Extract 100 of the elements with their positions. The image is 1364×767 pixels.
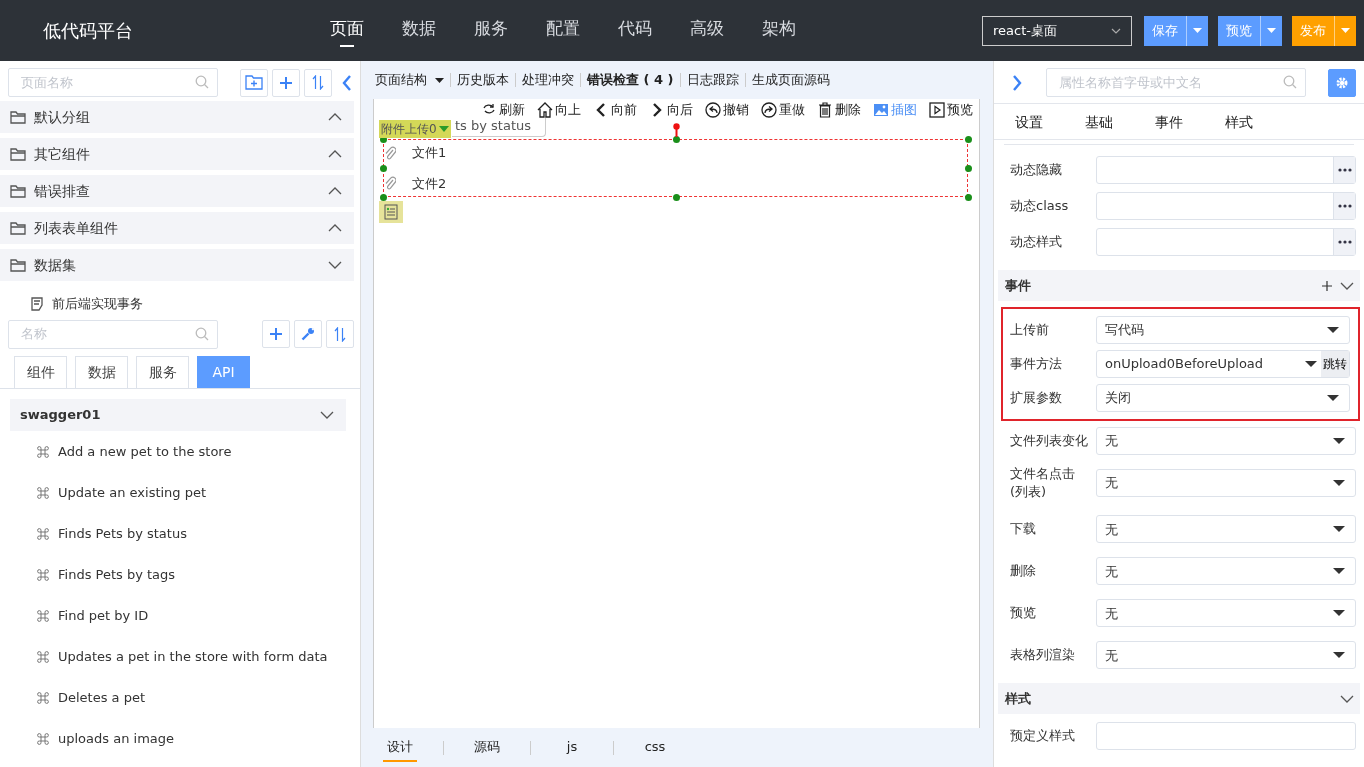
api-item[interactable]: Finds Pets by status bbox=[10, 513, 346, 555]
settings-button[interactable] bbox=[1328, 68, 1356, 97]
chevron-up-icon[interactable] bbox=[328, 113, 342, 121]
wrench-icon[interactable] bbox=[301, 327, 315, 341]
api-item[interactable]: Update an existing pet bbox=[10, 472, 346, 514]
toolbar-link[interactable]: 处理冲突 bbox=[522, 70, 574, 90]
caret-icon[interactable] bbox=[1333, 526, 1345, 533]
editor-tab[interactable]: css bbox=[640, 732, 670, 763]
search-field[interactable]: 名称 bbox=[8, 319, 218, 349]
sort-icon[interactable] bbox=[334, 326, 346, 342]
caret-icon[interactable] bbox=[1327, 327, 1339, 333]
section-header[interactable]: 样式 bbox=[998, 683, 1360, 715]
property-field[interactable]: 无 bbox=[1096, 599, 1356, 628]
resize-handle[interactable] bbox=[672, 136, 680, 143]
nav-tab[interactable]: 架构 bbox=[743, 14, 815, 47]
toolbar-link[interactable]: 日志跟踪 bbox=[686, 70, 739, 90]
structure-menu[interactable]: 页面结构 bbox=[375, 70, 444, 90]
nav-tab[interactable]: 数据 bbox=[383, 14, 455, 47]
nav-tab[interactable]: 服务 bbox=[455, 14, 527, 47]
jump-button[interactable]: 跳转 bbox=[1321, 351, 1349, 377]
toolbar-button[interactable]: 预览 bbox=[929, 100, 973, 120]
rotate-handle[interactable] bbox=[673, 123, 680, 137]
caret-icon[interactable] bbox=[1305, 361, 1317, 367]
ghost-button[interactable]: ts by status bbox=[452, 116, 547, 137]
caret-icon[interactable] bbox=[1333, 610, 1345, 617]
chevron-down-icon[interactable] bbox=[1340, 694, 1354, 703]
chevron-down-icon[interactable] bbox=[320, 410, 334, 419]
api-item[interactable]: Find pet by ID bbox=[10, 595, 346, 637]
group-header[interactable]: 其它组件 bbox=[0, 138, 354, 170]
caret-icon[interactable] bbox=[1333, 568, 1345, 575]
expand-chevron-icon[interactable] bbox=[1012, 74, 1022, 91]
chevron-up-icon[interactable] bbox=[328, 224, 342, 232]
api-item[interactable]: uploads an image bbox=[10, 718, 346, 760]
property-field[interactable] bbox=[1096, 722, 1356, 751]
nav-tab[interactable]: 代码 bbox=[599, 14, 671, 47]
property-field[interactable]: 关闭 bbox=[1096, 384, 1350, 412]
api-group-header[interactable]: swagger01 bbox=[10, 398, 346, 431]
property-field[interactable]: 无 bbox=[1096, 469, 1356, 498]
panel-tab[interactable]: 数据 bbox=[75, 355, 128, 388]
api-item[interactable]: Add a new pet to the store bbox=[10, 431, 346, 473]
api-item[interactable]: Updates a pet in the store with form data bbox=[10, 636, 346, 678]
add-folder-icon[interactable] bbox=[245, 75, 263, 90]
chevron-up-icon[interactable] bbox=[328, 187, 342, 195]
property-field[interactable]: 无 bbox=[1096, 557, 1356, 586]
toolbar-link[interactable]: 历史版本 bbox=[457, 70, 509, 90]
property-field[interactable]: 无 bbox=[1096, 515, 1356, 544]
search-field[interactable]: 页面名称 bbox=[8, 68, 218, 97]
component-tag[interactable]: 附件上传0 bbox=[379, 120, 451, 138]
environment-select[interactable]: react-桌面 bbox=[982, 15, 1132, 46]
resize-handle[interactable] bbox=[380, 165, 387, 172]
file-item[interactable]: 文件1 bbox=[384, 143, 447, 163]
caret-icon[interactable] bbox=[435, 77, 444, 83]
caret-icon[interactable] bbox=[1333, 480, 1345, 487]
more-icon[interactable] bbox=[1337, 204, 1352, 208]
panel-tab[interactable]: 组件 bbox=[14, 355, 67, 388]
more-icon[interactable] bbox=[1337, 240, 1352, 244]
property-tab[interactable]: 设置 bbox=[994, 112, 1064, 133]
toolbar-link[interactable]: 生成页面源码 bbox=[751, 70, 830, 90]
group-header[interactable]: 默认分组 bbox=[0, 101, 354, 133]
chevron-up-icon[interactable] bbox=[328, 150, 342, 158]
caret-icon[interactable] bbox=[1327, 395, 1339, 401]
property-tab[interactable]: 样式 bbox=[1204, 112, 1274, 133]
property-tab[interactable]: 事件 bbox=[1134, 112, 1204, 133]
file-item[interactable]: 文件2 bbox=[384, 173, 447, 193]
editor-tab[interactable]: 源码 bbox=[470, 732, 504, 763]
toolbar-button[interactable]: 删除 bbox=[817, 100, 861, 120]
property-field[interactable] bbox=[1096, 156, 1356, 184]
plus-icon[interactable] bbox=[270, 328, 282, 340]
group-header[interactable]: 列表表单组件 bbox=[0, 212, 354, 244]
resize-handle[interactable] bbox=[380, 136, 387, 143]
property-field[interactable]: 写代码 bbox=[1096, 316, 1350, 344]
resize-handle[interactable] bbox=[672, 194, 680, 201]
toolbar-button[interactable]: 撤销 bbox=[705, 100, 749, 120]
group-header[interactable]: 错误排查 bbox=[0, 175, 354, 207]
api-item[interactable]: Deletes a pet bbox=[10, 677, 346, 719]
api-item[interactable]: Finds Pets by tags bbox=[10, 554, 346, 596]
collapse-chevron-icon[interactable] bbox=[342, 74, 352, 91]
chevron-down-icon[interactable] bbox=[1340, 281, 1354, 290]
nav-tab[interactable]: 高级 bbox=[671, 14, 743, 47]
resize-handle[interactable] bbox=[965, 165, 972, 172]
caret-icon[interactable] bbox=[1333, 438, 1345, 444]
error-check-link[interactable]: 错误检查 ( 4 ) bbox=[587, 70, 674, 90]
property-field[interactable]: onUpload0BeforeUpload 跳转 bbox=[1096, 350, 1350, 378]
toolbar-button[interactable]: 向后 bbox=[649, 100, 693, 120]
property-field[interactable]: 无 bbox=[1096, 427, 1356, 455]
plus-icon[interactable] bbox=[280, 76, 292, 89]
toolbar-button[interactable]: 重做 bbox=[761, 100, 805, 120]
caret-icon[interactable] bbox=[1333, 652, 1345, 659]
sort-icon[interactable] bbox=[312, 75, 324, 90]
dataset-item[interactable]: 前后端实现事务 bbox=[0, 286, 360, 320]
nav-tab[interactable]: 配置 bbox=[527, 14, 599, 47]
more-icon[interactable] bbox=[1337, 168, 1352, 172]
resize-handle[interactable] bbox=[965, 136, 972, 143]
chevron-down-icon[interactable] bbox=[328, 261, 342, 269]
property-field[interactable] bbox=[1096, 192, 1356, 220]
property-field[interactable] bbox=[1096, 228, 1356, 256]
resize-handle[interactable] bbox=[965, 194, 972, 201]
section-header[interactable]: 事件 bbox=[998, 270, 1360, 301]
editor-tab[interactable]: js bbox=[557, 732, 587, 763]
property-tab[interactable]: 基础 bbox=[1064, 112, 1134, 133]
